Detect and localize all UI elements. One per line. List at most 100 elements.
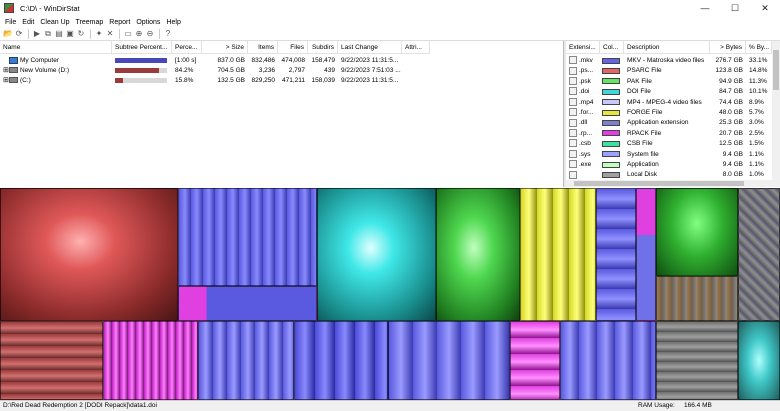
treemap-block[interactable]	[103, 321, 198, 400]
treemap-block[interactable]	[520, 188, 596, 321]
col-header-items[interactable]: Items	[248, 41, 278, 54]
extension-cell[interactable]: .sys	[566, 149, 600, 159]
zoom-in-icon[interactable]: ⊕	[134, 29, 144, 39]
col-header-files[interactable]: Files	[278, 41, 308, 54]
ram-usage-label: RAM Usage:	[638, 402, 675, 409]
treemap-block[interactable]	[198, 321, 294, 400]
horizontal-scrollbar[interactable]	[566, 180, 780, 187]
col-header-subtree-percent[interactable]: Subtree Percent...	[112, 41, 172, 54]
file-type-icon	[569, 149, 577, 158]
minimize-button[interactable]: —	[690, 0, 720, 16]
toolbar-separator	[90, 29, 91, 39]
zoom-out-icon[interactable]: ⊖	[145, 29, 155, 39]
col-header-extension[interactable]: Extensi...	[566, 41, 600, 54]
tree-row-name[interactable]: ⊞ New Volume (D:)	[0, 66, 112, 75]
percent-bytes-cell: 11.3%	[749, 77, 767, 85]
toolbar: 📂 ⟳ ▶ ⧉ ▤ ▣ ↻ ✦ ✕ ▭ ⊕ ⊖ ?	[0, 28, 780, 41]
treemap-block[interactable]	[596, 188, 636, 321]
toolbar-separator	[159, 29, 160, 39]
menu-report[interactable]: Report	[106, 19, 133, 26]
col-header-percent-bytes[interactable]: % By...	[746, 41, 772, 54]
extension-cell[interactable]: .rp...	[566, 129, 600, 138]
treemap-view[interactable]	[0, 188, 780, 400]
extension-cell[interactable]: .psk	[566, 77, 600, 86]
scrollbar-thumb[interactable]	[574, 181, 744, 186]
scrollbar-thumb[interactable]	[773, 50, 779, 90]
treemap-block[interactable]	[656, 321, 738, 400]
refresh-selected-icon[interactable]: ↻	[76, 29, 86, 39]
bytes-cell: 25.3 GB	[719, 119, 743, 127]
extension-cell[interactable]: .csb	[566, 139, 600, 148]
tree-row-name[interactable]: ⊞ (C:)	[0, 76, 112, 85]
treemap-block[interactable]	[656, 276, 738, 321]
app-icon	[4, 3, 14, 13]
extension-list[interactable]: Extensi... Col... Description > Bytes % …	[566, 41, 780, 187]
extension-cell[interactable]: .for...	[566, 108, 600, 117]
treemap-block[interactable]	[738, 321, 780, 400]
treemap-block[interactable]	[294, 321, 388, 400]
menu-clean-up[interactable]: Clean Up	[37, 19, 72, 26]
file-type-icon	[569, 170, 577, 179]
color-swatch	[602, 151, 620, 158]
extension-cell[interactable]: .doi	[566, 87, 600, 96]
extension-cell[interactable]: .dll	[566, 118, 600, 127]
help-icon[interactable]: ?	[163, 29, 173, 39]
extension-cell[interactable]: .ps...	[566, 66, 600, 75]
maximize-button[interactable]: ☐	[720, 0, 750, 16]
color-swatch	[602, 99, 620, 106]
extension-cell[interactable]: .mkv	[566, 56, 600, 65]
treemap-block[interactable]	[317, 188, 436, 321]
col-header-size[interactable]: > Size	[202, 41, 248, 54]
menu-file[interactable]: File	[2, 19, 19, 26]
subdirs-cell: 158,039	[311, 77, 336, 84]
file-type-icon	[569, 66, 577, 75]
subdirs-cell: 158,479	[311, 57, 336, 64]
treemap-block[interactable]	[510, 321, 560, 400]
treemap-block[interactable]	[0, 321, 103, 400]
copy-path-icon[interactable]: ⧉	[43, 29, 53, 39]
select-parent-icon[interactable]: ▭	[123, 29, 133, 39]
col-header-last-change[interactable]: Last Change	[338, 41, 402, 54]
description-cell: FORGE File	[627, 109, 663, 116]
extension-cell[interactable]	[566, 170, 600, 179]
treemap-block[interactable]	[178, 286, 317, 321]
color-swatch	[602, 88, 620, 95]
treemap-block[interactable]	[656, 188, 738, 276]
menu-options[interactable]: Options	[133, 19, 163, 26]
tree-row-name[interactable]: My Computer	[0, 56, 112, 65]
menu-edit[interactable]: Edit	[19, 19, 37, 26]
extension-cell[interactable]: .mp4	[566, 97, 600, 107]
percent-bytes-cell: 1.5%	[749, 140, 764, 148]
treemap-block[interactable]	[178, 188, 317, 286]
clean-icon[interactable]: ✦	[94, 29, 104, 39]
menu-help[interactable]: Help	[163, 19, 183, 26]
col-header-description[interactable]: Description	[624, 41, 710, 54]
extension-cell[interactable]: .exe	[566, 160, 600, 169]
col-header-attributes[interactable]: Attri...	[402, 41, 430, 54]
bytes-cell: 94.9 GB	[719, 77, 743, 85]
col-header-name[interactable]: Name	[0, 41, 112, 54]
menu-bar: File Edit Clean Up Treemap Report Option…	[0, 16, 780, 28]
treemap-block[interactable]	[738, 188, 780, 321]
treemap-block[interactable]	[388, 321, 510, 400]
delete-icon[interactable]: ✕	[105, 29, 115, 39]
size-cell: 837.0 GB	[217, 57, 245, 64]
treemap-block[interactable]	[636, 188, 656, 321]
treemap-block[interactable]	[0, 188, 178, 321]
play-icon[interactable]: ▶	[32, 29, 42, 39]
col-header-bytes[interactable]: > Bytes	[710, 41, 746, 54]
treemap-block[interactable]	[560, 321, 656, 400]
menu-treemap[interactable]: Treemap	[73, 19, 107, 26]
treemap-block[interactable]	[436, 188, 520, 321]
open-icon[interactable]: 📂	[3, 29, 13, 39]
col-header-subdirs[interactable]: Subdirs	[308, 41, 338, 54]
explorer-icon[interactable]: ▤	[54, 29, 64, 39]
vertical-scrollbar[interactable]	[772, 41, 780, 180]
col-header-color[interactable]: Col...	[600, 41, 624, 54]
refresh-icon[interactable]: ⟳	[14, 29, 24, 39]
cmd-icon[interactable]: ▣	[65, 29, 75, 39]
bytes-cell: 84.7 GB	[719, 88, 743, 96]
col-header-percent[interactable]: Perce...	[172, 41, 202, 54]
directory-tree[interactable]: Name Subtree Percent... Perce... > Size …	[0, 41, 564, 187]
close-button[interactable]: ✕	[750, 0, 780, 16]
